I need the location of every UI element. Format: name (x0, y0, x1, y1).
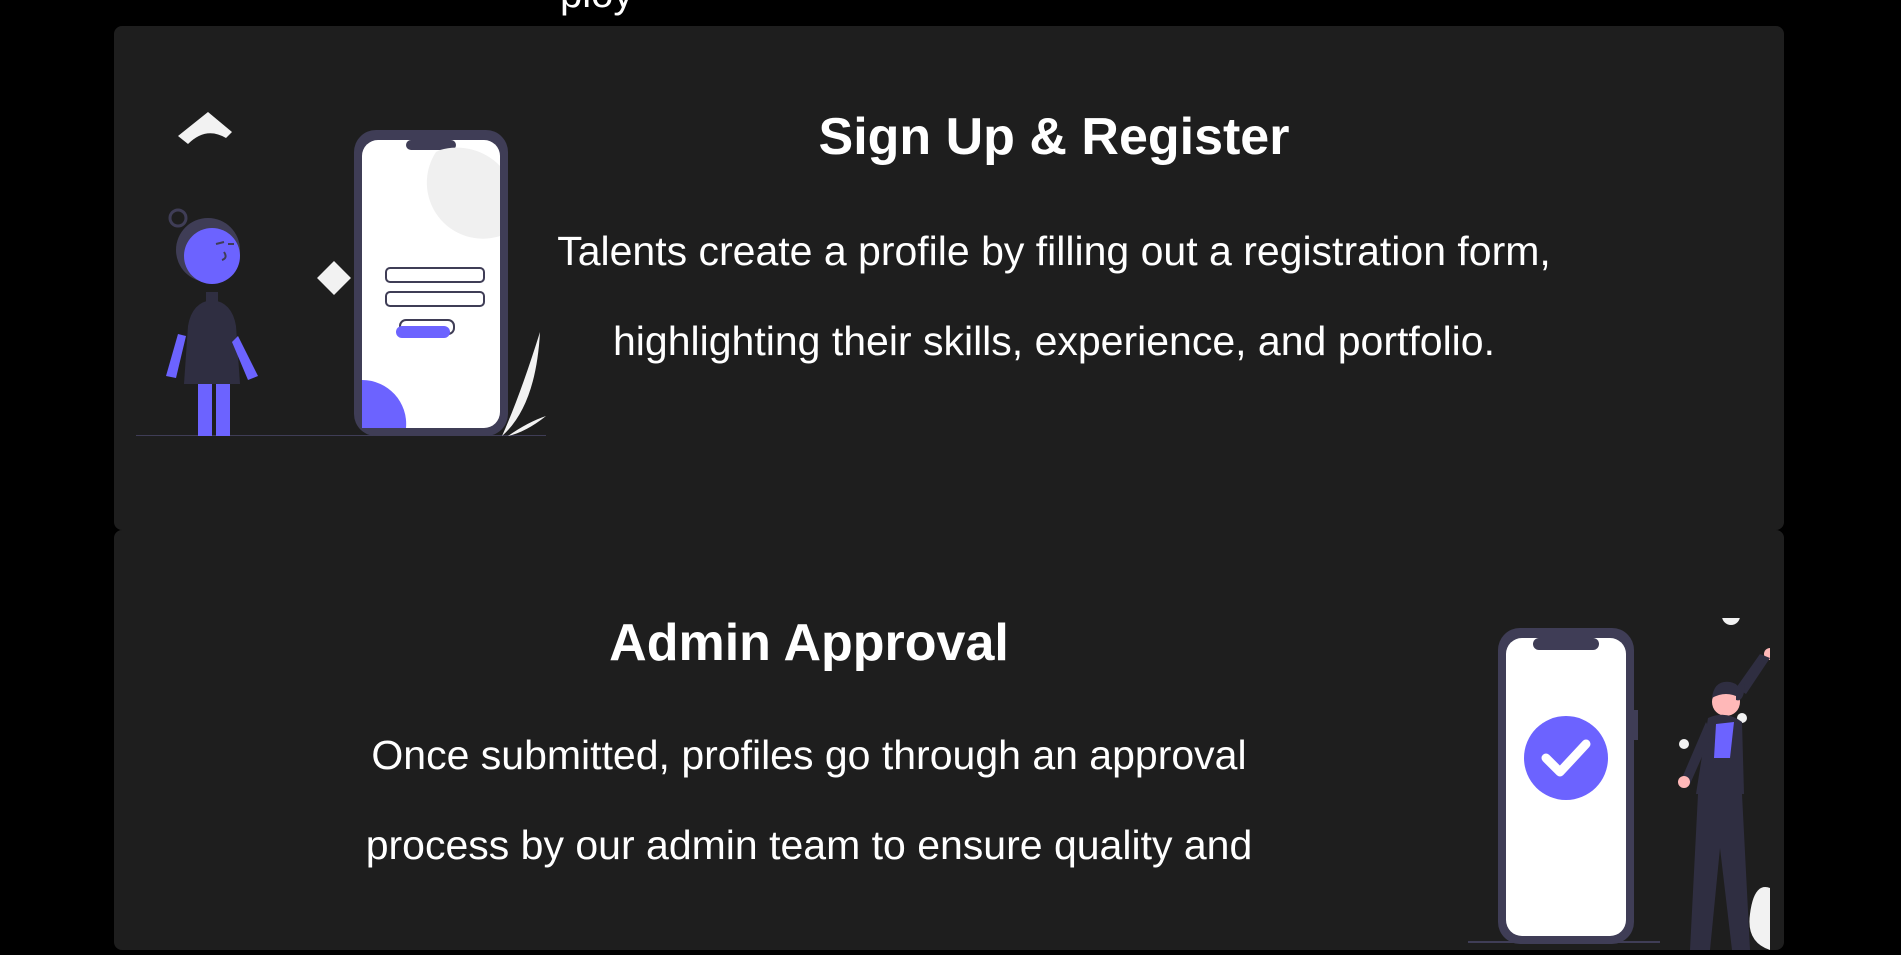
step-description: Talents create a profile by filling out … (557, 228, 1551, 365)
phone-form-icon (354, 130, 508, 436)
step-title: Sign Up & Register (818, 108, 1290, 166)
floating-shape-icon (178, 112, 232, 144)
step-card-approval: Admin Approval Once submitted, profiles … (114, 530, 1847, 950)
diamond-shape-icon (317, 261, 351, 295)
confetti-dot-icon (1722, 607, 1740, 625)
step-text-signup: Sign Up & Register Talents create a prof… (554, 106, 1554, 386)
step-title: Admin Approval (609, 614, 1009, 672)
step-card-signup: Sign Up & Register Talents create a prof… (114, 26, 1784, 530)
leaf-icon (1749, 887, 1770, 950)
phone-checkmark-icon (1498, 628, 1638, 944)
approval-illustration (1350, 607, 1847, 950)
step-description: Once submitted, profiles go through an a… (365, 732, 1253, 869)
step-text-approval: Admin Approval Once submitted, profiles … (344, 612, 1274, 890)
person-figure-icon (166, 208, 258, 436)
section-heading-fragment: ploy (560, 0, 760, 16)
signup-illustration (136, 106, 546, 437)
